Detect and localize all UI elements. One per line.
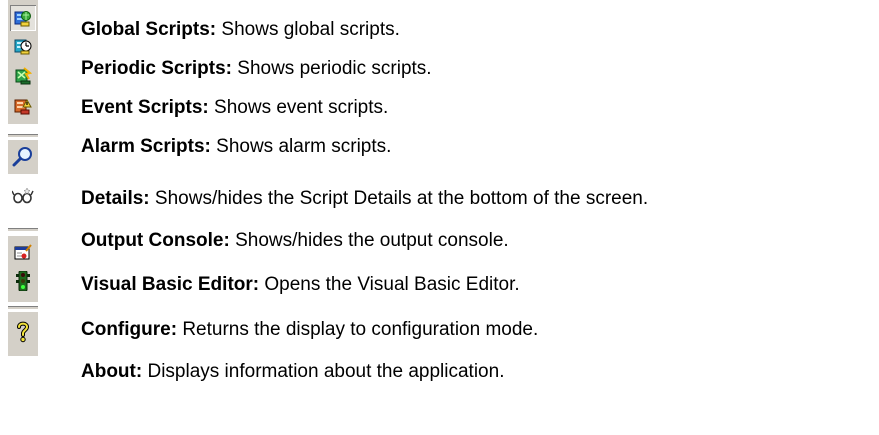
question-mark-icon bbox=[15, 321, 31, 343]
visual-basic-editor-button[interactable] bbox=[10, 240, 36, 266]
output-console-button[interactable] bbox=[10, 183, 36, 209]
details-button[interactable] bbox=[10, 144, 36, 170]
event-scripts-button[interactable] bbox=[10, 63, 36, 89]
periodic-scripts-button[interactable] bbox=[10, 33, 36, 59]
toolbar-separator bbox=[8, 306, 38, 310]
traffic-light-icon bbox=[15, 271, 31, 291]
list-item-about: About: Displays information about the ap… bbox=[81, 360, 504, 384]
about-button[interactable] bbox=[10, 319, 36, 345]
item-description: Returns the display to configuration mod… bbox=[182, 319, 539, 340]
item-description: Shows/hides the output console. bbox=[235, 230, 509, 251]
toolbar-separator bbox=[8, 134, 38, 138]
alarm-scripts-icon bbox=[14, 97, 32, 115]
item-description: Shows periodic scripts. bbox=[237, 58, 432, 79]
configure-button[interactable] bbox=[10, 268, 36, 294]
item-title: Configure: bbox=[81, 319, 178, 340]
glasses-icon bbox=[12, 187, 34, 205]
list-item-output-console: Output Console: Shows/hides the output c… bbox=[81, 229, 509, 253]
list-item-periodic-scripts: Periodic Scripts: Shows periodic scripts… bbox=[81, 57, 432, 81]
magnifier-icon bbox=[12, 146, 34, 168]
event-scripts-icon bbox=[14, 67, 32, 85]
alarm-scripts-button[interactable] bbox=[10, 93, 36, 119]
item-description: Shows alarm scripts. bbox=[216, 136, 392, 157]
list-item-event-scripts: Event Scripts: Shows event scripts. bbox=[81, 96, 388, 120]
list-item-global-scripts: Global Scripts: Shows global scripts. bbox=[81, 18, 400, 42]
vb-editor-icon bbox=[13, 244, 33, 262]
list-item-visual-basic-editor: Visual Basic Editor: Opens the Visual Ba… bbox=[81, 273, 520, 297]
item-title: Details: bbox=[81, 188, 150, 209]
item-title: About: bbox=[81, 361, 143, 382]
global-scripts-icon bbox=[14, 9, 32, 27]
item-description: Displays information about the applicati… bbox=[147, 361, 505, 382]
item-title: Output Console: bbox=[81, 230, 230, 251]
item-title: Periodic Scripts: bbox=[81, 58, 232, 79]
global-scripts-button[interactable] bbox=[10, 5, 36, 31]
item-title: Event Scripts: bbox=[81, 97, 209, 118]
item-description: Shows event scripts. bbox=[214, 97, 389, 118]
list-item-details: Details: Shows/hides the Script Details … bbox=[81, 187, 648, 211]
item-title: Global Scripts: bbox=[81, 19, 217, 40]
item-description: Shows global scripts. bbox=[221, 19, 400, 40]
list-item-configure: Configure: Returns the display to config… bbox=[81, 318, 538, 342]
periodic-scripts-icon bbox=[14, 37, 32, 55]
list-item-alarm-scripts: Alarm Scripts: Shows alarm scripts. bbox=[81, 135, 391, 159]
item-description: Opens the Visual Basic Editor. bbox=[264, 274, 520, 295]
item-title: Alarm Scripts: bbox=[81, 136, 211, 157]
item-title: Visual Basic Editor: bbox=[81, 274, 260, 295]
toolbar bbox=[0, 0, 46, 435]
item-description: Shows/hides the Script Details at the bo… bbox=[154, 188, 649, 209]
toolbar-separator bbox=[8, 228, 38, 232]
